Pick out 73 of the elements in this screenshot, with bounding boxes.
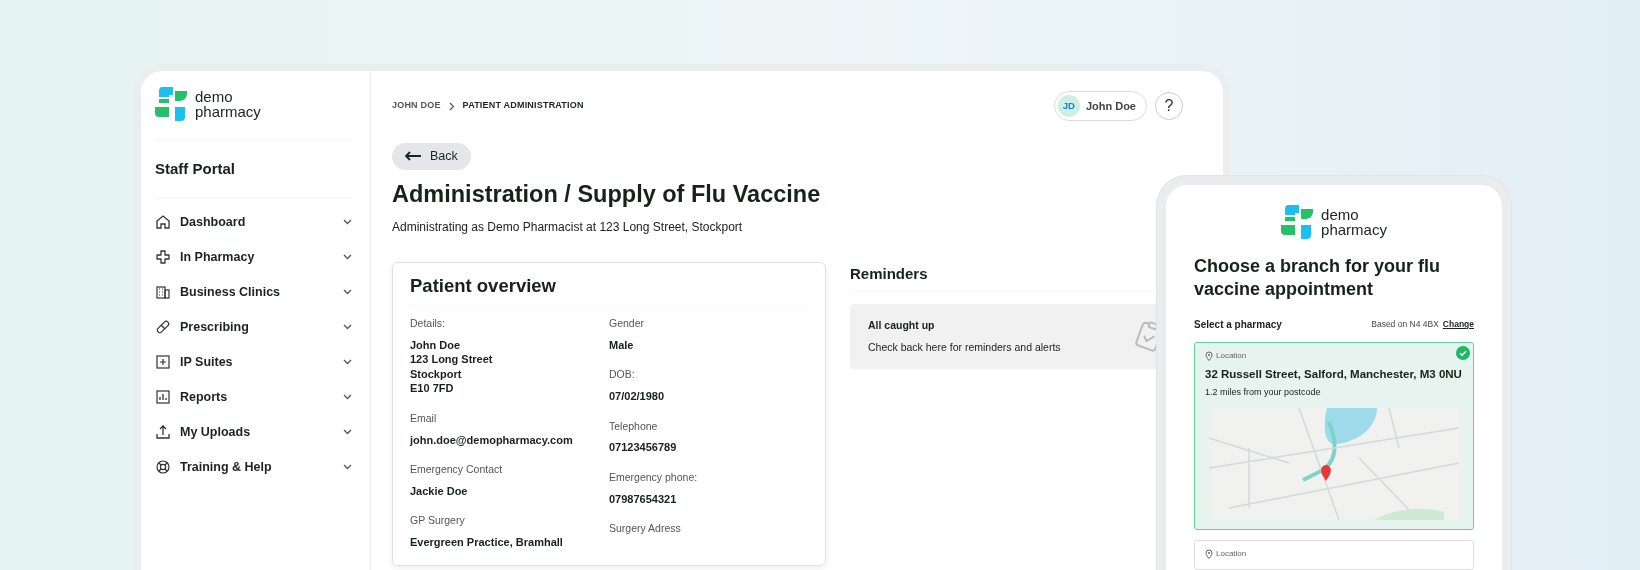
field-label: Email xyxy=(410,410,438,426)
chevron-down-icon xyxy=(343,254,352,260)
location-pin-icon xyxy=(1205,351,1213,361)
branch-card[interactable]: Location 32 Russell Street, Salford, Manchester, M3 0NU 1.2 miles from your postcode xyxy=(1194,342,1474,530)
field-value: John Doe 123 Long Street Stockport E10 7FD xyxy=(410,337,494,396)
field-label: Surgery Adress xyxy=(609,521,682,537)
reminder-text: Check back here for reminders and alerts xyxy=(868,339,1061,355)
chevron-down-icon xyxy=(343,219,352,225)
location-label: Location xyxy=(1216,350,1247,362)
cross-icon xyxy=(155,249,171,265)
nav-item[interactable]: Prescribing xyxy=(155,309,352,345)
chevron-down-icon xyxy=(343,394,352,400)
nav-item[interactable]: Reports xyxy=(155,379,352,415)
chevron-down-icon xyxy=(343,289,352,295)
field-value: john.doe@demopharmacy.com xyxy=(410,432,574,448)
chevron-down-icon xyxy=(343,429,352,435)
logo-icon xyxy=(155,87,189,121)
lifebuoy-icon xyxy=(155,459,171,475)
breadcrumb-item[interactable]: JOHN DOE xyxy=(392,99,441,113)
field-value: 07123456789 xyxy=(609,440,678,455)
chevron-down-icon xyxy=(343,464,352,470)
page-title: Administration / Supply of Flu Vaccine xyxy=(392,179,822,208)
breadcrumb-item: PATIENT ADMINISTRATION xyxy=(462,99,584,113)
branch-card[interactable]: Location xyxy=(1194,539,1474,570)
field-label: DOB: xyxy=(609,367,636,383)
page-subtitle: Administrating as Demo Pharmacist at 123 Long Street, Stockport xyxy=(392,218,744,236)
avatar-initials: JD xyxy=(1057,95,1080,117)
card-title: Patient overview xyxy=(410,274,557,298)
nav-item[interactable]: IP Suites xyxy=(155,344,352,380)
field-label: Emergency Contact xyxy=(410,462,504,478)
section-title: Reminders xyxy=(850,264,929,283)
user-menu[interactable]: JD John Doe xyxy=(1053,91,1147,121)
pill-icon xyxy=(155,319,171,335)
nav-item[interactable]: Training & Help xyxy=(155,449,352,485)
plus-square-icon xyxy=(155,354,171,370)
building-icon xyxy=(155,284,171,300)
field-value: 07/02/1980 xyxy=(609,389,666,404)
field-label: GP Surgery xyxy=(410,513,466,529)
upload-icon xyxy=(155,424,171,440)
chevron-down-icon xyxy=(343,359,352,365)
nav-item[interactable]: My Uploads xyxy=(155,414,352,450)
chevron-down-icon xyxy=(343,324,352,330)
check-circle-icon xyxy=(1456,346,1470,360)
location-pin-icon xyxy=(1205,548,1213,559)
reminder-heading: All caught up xyxy=(868,317,936,333)
field-label: Telephone xyxy=(609,418,659,434)
nav-item[interactable]: In Pharmacy xyxy=(155,239,352,275)
field-value: Evergreen Practice, Bramhall xyxy=(410,535,564,550)
nav-item[interactable]: Business Clinics xyxy=(155,274,352,310)
logo-text: demo pharmacy xyxy=(1321,207,1387,237)
field-value: 07987654321 xyxy=(609,491,678,507)
field-value: Male xyxy=(609,337,635,353)
branch-distance: 1.2 miles from your postcode xyxy=(1205,386,1322,400)
arrow-left-icon xyxy=(404,151,422,162)
branch-address: 32 Russell Street, Salford, Manchester, M3 0NU xyxy=(1205,367,1463,382)
postcode-text: Based on N4 4BX xyxy=(1371,318,1439,331)
field-label: Emergency phone: xyxy=(609,469,699,485)
mobile-title: Choose a branch for your flu vaccine appointment xyxy=(1194,255,1442,301)
field-label: Details: xyxy=(410,316,446,332)
field-value: Jackie Doe xyxy=(410,483,469,499)
chevron-right-icon xyxy=(448,101,455,111)
help-button[interactable]: ? xyxy=(1155,92,1183,120)
field-label: Gender xyxy=(609,316,646,332)
portal-title: Staff Portal xyxy=(155,159,236,179)
change-link[interactable]: Change xyxy=(1442,318,1474,331)
nav-item[interactable]: Dashboard xyxy=(155,204,352,240)
home-icon xyxy=(155,214,171,230)
logo-text: demo pharmacy xyxy=(195,89,261,119)
location-label: Location xyxy=(1216,547,1247,560)
back-button[interactable]: Back xyxy=(392,143,471,170)
logo-icon xyxy=(1281,205,1316,239)
select-label: Select a pharmacy xyxy=(1194,318,1282,332)
chart-icon xyxy=(155,389,171,405)
